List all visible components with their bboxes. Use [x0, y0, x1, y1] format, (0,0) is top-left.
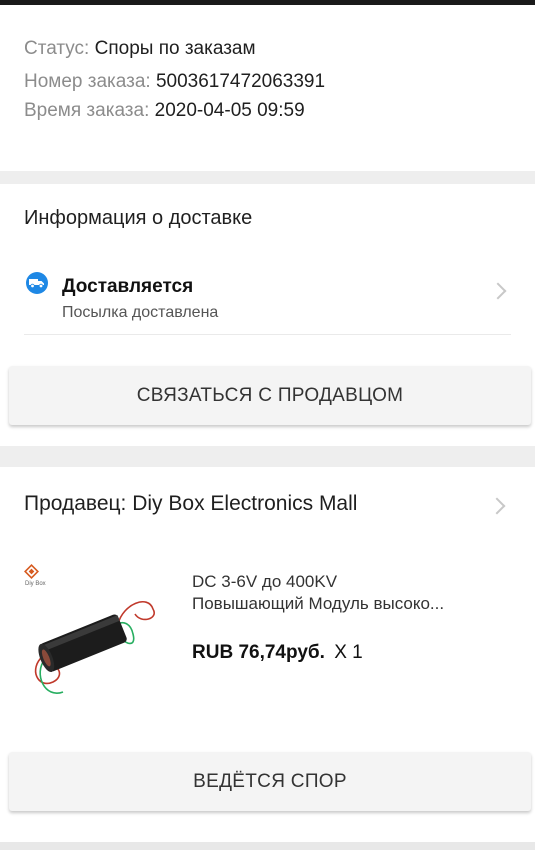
product-name-line1: DC 3-6V до 400KV: [192, 572, 338, 591]
chevron-right-icon[interactable]: [489, 282, 507, 300]
product-image[interactable]: Diy Box: [23, 564, 175, 714]
delivery-status-subtitle: Посылка доставлена: [62, 304, 219, 321]
dispute-in-progress-button[interactable]: ВЕДЁТСЯ СПОР: [9, 752, 531, 811]
order-status-value: Споры по заказам: [94, 38, 256, 59]
seller-card: Продавец: Diy Box Electronics Mall Diy B…: [0, 467, 535, 842]
order-status-row: Статус: Споры по заказам: [24, 38, 256, 60]
delivery-section-title: Информация о доставке: [24, 207, 253, 229]
order-info-card: Статус: Споры по заказам Номер заказа: 5…: [0, 5, 535, 171]
delivery-info-card: Информация о доставке Доставляется Посыл…: [0, 184, 535, 446]
svg-text:Diy Box: Diy Box: [25, 581, 46, 587]
bottom-separator: [0, 842, 535, 850]
product-price: RUB 76,74руб.: [192, 642, 325, 663]
seller-name-title[interactable]: Продавец: Diy Box Electronics Mall: [24, 492, 357, 516]
truck-icon: [26, 272, 48, 294]
brand-logo-icon: Diy Box: [24, 564, 46, 587]
price-line: RUB 76,74руб. X 1: [192, 642, 363, 664]
delivery-status-title[interactable]: Доставляется: [62, 276, 193, 298]
order-number-label: Номер заказа:: [24, 71, 151, 92]
order-number-value: 5003617472063391: [155, 71, 326, 92]
divider: [24, 334, 511, 335]
order-time-label: Время заказа:: [24, 100, 150, 121]
order-time-row: Время заказа: 2020-04-05 09:59: [24, 100, 305, 122]
order-number-row: Номер заказа: 5003617472063391: [24, 71, 325, 93]
order-time-value: 2020-04-05 09:59: [154, 100, 305, 121]
chevron-right-icon[interactable]: [488, 497, 506, 515]
contact-seller-button[interactable]: СВЯЗАТЬСЯ С ПРОДАВЦОМ: [9, 366, 531, 425]
order-status-label: Статус:: [24, 38, 90, 59]
product-name[interactable]: DC 3-6V до 400KV Повышающий Модуль высок…: [192, 571, 522, 615]
product-name-line2: Повышающий Модуль высоко...: [192, 594, 445, 613]
product-quantity: X 1: [334, 642, 363, 663]
